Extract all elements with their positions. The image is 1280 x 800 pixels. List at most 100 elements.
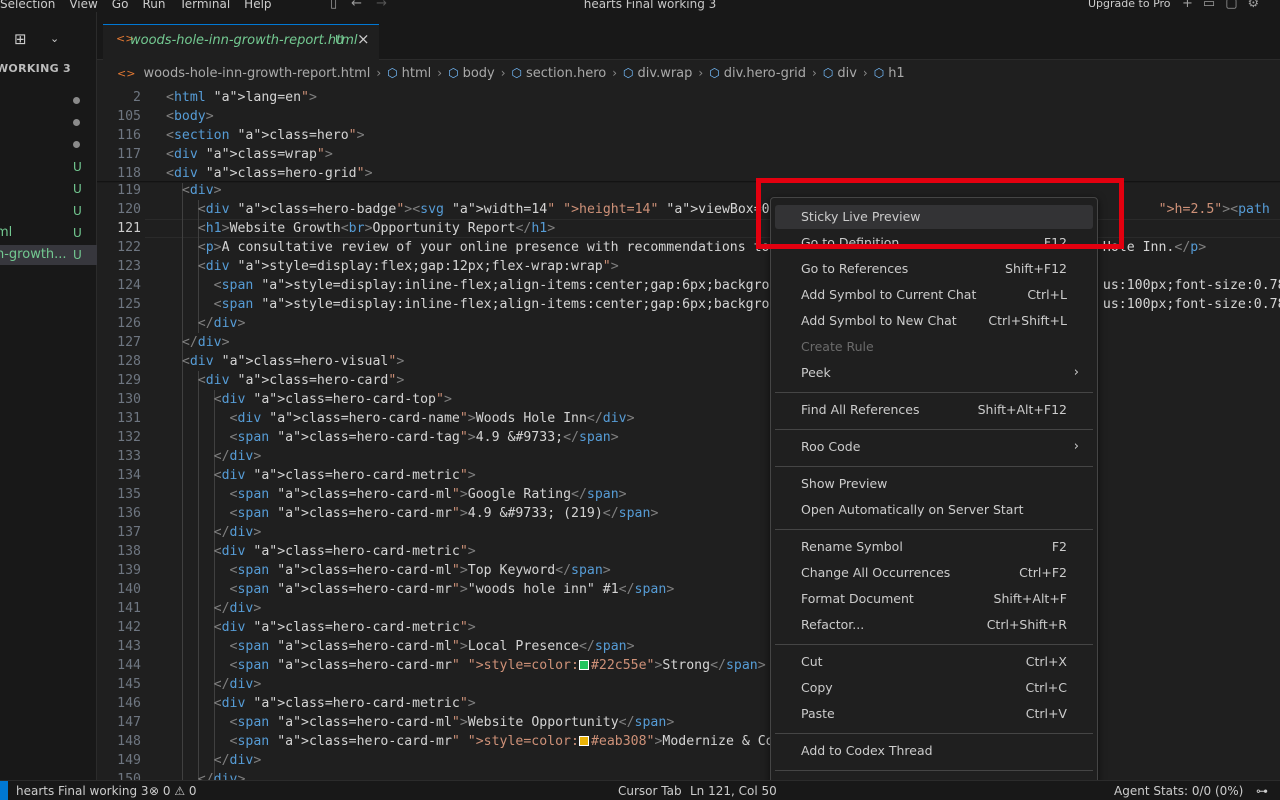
sticky-scroll-line[interactable]: 2 <html "a">lang=en"> [97, 88, 1280, 107]
menu-separator [775, 644, 1093, 645]
code-line[interactable]: 149 </div> [97, 751, 1280, 770]
menu-item-go-to-references[interactable]: Go to References Shift+F12 [775, 257, 1093, 281]
menu-item-label: Paste [801, 706, 835, 721]
explorer-file-row[interactable]: ml U [0, 223, 97, 243]
breadcrumb-item-h1[interactable]: ⬡ h1 [874, 66, 905, 81]
line-number: 129 [117, 373, 141, 388]
chat-icon[interactable]: ▢ [1225, 0, 1237, 11]
code-line[interactable]: 145 </div> [97, 675, 1280, 694]
code-line[interactable]: 141 </div> [97, 599, 1280, 618]
status-workspace[interactable]: hearts Final working 3 [16, 781, 149, 800]
close-icon[interactable]: × [357, 30, 370, 48]
code-line[interactable]: 125 <span "a">style=display:inline-flex;… [97, 295, 1280, 314]
code-line[interactable]: 137 </div> [97, 523, 1280, 542]
code-text: <div "a">style=display:flex;gap:12px;fle… [197, 259, 619, 274]
sticky-scroll-line[interactable]: 117 <div "a">class=wrap"> [97, 145, 1280, 164]
explorer-file-row[interactable]: U [0, 179, 97, 199]
explorer-file-row[interactable]: U [0, 157, 97, 177]
menu-item-shortcut: Shift+Alt+F [993, 591, 1067, 606]
code-line[interactable]: 136 <span "a">class=hero-card-mr">4.9 &#… [97, 504, 1280, 523]
menu-item-add-to-codex-thread[interactable]: Add to Codex Thread [775, 739, 1093, 763]
status-cursor-tab[interactable]: Cursor Tab [618, 781, 682, 800]
color-swatch[interactable] [578, 736, 589, 746]
status-notification-icon[interactable]: ⊶ [1256, 781, 1268, 800]
explorer-section-title[interactable]: WORKING 3 [0, 62, 71, 75]
code-text: </div> [213, 449, 262, 464]
remote-indicator[interactable] [0, 781, 8, 800]
menu-item-peek[interactable]: Peek › [775, 361, 1093, 385]
code-text: <span "a">style=display:inline-flex;alig… [213, 278, 1280, 293]
status-position[interactable]: Ln 121, Col 50 [690, 781, 777, 800]
breadcrumb-file[interactable]: <> woods-hole-inn-growth-report.html [117, 66, 370, 81]
menu-item-add-symbol-to-new-chat[interactable]: Add Symbol to New Chat Ctrl+Shift+L [775, 309, 1093, 333]
code-line[interactable]: 147 <span "a">class=hero-card-ml">Websit… [97, 713, 1280, 732]
code-line[interactable]: 128 <div "a">class=hero-visual"> [97, 352, 1280, 371]
breadcrumb-item-div-wrap[interactable]: ⬡ div.wrap [623, 66, 692, 81]
tab-woods-hole-inn-growth-report[interactable]: <> woods-hole-inn-growth-report.html U × [103, 24, 379, 60]
code-line[interactable]: 127 </div> [97, 333, 1280, 352]
menu-item-format-document[interactable]: Format Document Shift+Alt+F [775, 587, 1093, 611]
layout-icon[interactable]: ▭ [1203, 0, 1215, 11]
sticky-scroll-line[interactable]: 105 <body> [97, 107, 1280, 126]
code-line[interactable]: 144 <span "a">class=hero-card-mr" ">styl… [97, 656, 1280, 675]
breadcrumb-item-html[interactable]: ⬡ html [387, 66, 431, 81]
explorer-file-row[interactable]: n-growth... U [0, 245, 97, 265]
menu-item-find-all-references[interactable]: Find All References Shift+Alt+F12 [775, 398, 1093, 422]
plus-icon[interactable]: + [1182, 0, 1193, 11]
line-number: 122 [117, 240, 141, 255]
code-line[interactable]: 129 <div "a">class=hero-card"> [97, 371, 1280, 390]
code-line[interactable]: 138 <div "a">class=hero-card-metric"> [97, 542, 1280, 561]
explorer-file-row[interactable] [0, 112, 97, 132]
extensions-icon[interactable]: ⊞ [14, 30, 30, 48]
explorer-file-name: n-growth... [0, 247, 67, 262]
gear-icon[interactable]: ⚙ [1248, 0, 1260, 11]
menu-item-cut[interactable]: Cut Ctrl+X [775, 650, 1093, 674]
code-line[interactable]: 132 <span "a">class=hero-card-tag">4.9 &… [97, 428, 1280, 447]
breadcrumb-item-div-hero-grid[interactable]: ⬡ div.hero-grid [709, 66, 806, 81]
status-problems[interactable]: ⊗ 0 ⚠ 0 [149, 781, 197, 800]
code-line[interactable]: 143 <span "a">class=hero-card-ml">Local … [97, 637, 1280, 656]
explorer-file-row[interactable]: U [0, 201, 97, 221]
menu-item-change-all-occurrences[interactable]: Change All Occurrences Ctrl+F2 [775, 561, 1093, 585]
code-line[interactable]: 135 <span "a">class=hero-card-ml">Google… [97, 485, 1280, 504]
menu-separator [775, 529, 1093, 530]
code-line[interactable]: 130 <div "a">class=hero-card-top"> [97, 390, 1280, 409]
status-agent-stats[interactable]: Agent Stats: 0/0 (0%) [1114, 781, 1243, 800]
code-line[interactable]: 124 <span "a">style=display:inline-flex;… [97, 276, 1280, 295]
explorer-file-row[interactable] [0, 134, 97, 154]
menu-item-add-symbol-to-current-chat[interactable]: Add Symbol to Current Chat Ctrl+L [775, 283, 1093, 307]
code-text: <div "a">class=hero-card-metric"> [213, 544, 476, 559]
code-line[interactable]: 126 </div> [97, 314, 1280, 333]
menu-item-show-preview[interactable]: Show Preview [775, 472, 1093, 496]
chevron-right-icon: › [698, 66, 704, 80]
code-line[interactable]: 146 <div "a">class=hero-card-metric"> [97, 694, 1280, 713]
menu-item-paste[interactable]: Paste Ctrl+V [775, 702, 1093, 726]
breadcrumb: <> woods-hole-inn-growth-report.html › ⬡ htm… [97, 62, 1280, 84]
breadcrumb-item-div[interactable]: ⬡ div [823, 66, 857, 81]
color-swatch[interactable] [578, 660, 589, 670]
menu-item-copy[interactable]: Copy Ctrl+C [775, 676, 1093, 700]
sticky-scroll-line[interactable]: 116 <section "a">class=hero"> [97, 126, 1280, 145]
upgrade-button[interactable]: Upgrade to Pro [1088, 0, 1171, 11]
code-line[interactable]: 131 <div "a">class=hero-card-name">Woods… [97, 409, 1280, 428]
code-text: <div "a">class=hero-card"> [197, 373, 405, 388]
menu-item-refactor[interactable]: Refactor... Ctrl+Shift+R [775, 613, 1093, 637]
title-bar-actions: + ▭ ▢ ⚙ [1182, 0, 1259, 11]
code-line[interactable]: 123 <div "a">style=display:flex;gap:12px… [97, 257, 1280, 276]
explorer-file-row[interactable] [0, 90, 97, 110]
breadcrumb-item-body[interactable]: ⬡ body [448, 66, 495, 81]
breadcrumb-item-section-hero[interactable]: ⬡ section.hero [512, 66, 607, 81]
chevron-down-icon[interactable]: ⌄ [50, 32, 59, 45]
code-line[interactable]: 142 <div "a">class=hero-card-metric"> [97, 618, 1280, 637]
code-line[interactable]: 134 <div "a">class=hero-card-metric"> [97, 466, 1280, 485]
code-line[interactable]: 140 <span "a">class=hero-card-mr">"woods… [97, 580, 1280, 599]
code-line[interactable]: 150 </div> [97, 770, 1280, 780]
code-line[interactable]: 133 </div> [97, 447, 1280, 466]
code-line[interactable]: 139 <span "a">class=hero-card-ml">Top Ke… [97, 561, 1280, 580]
menu-item-open-automatically-on-server-start[interactable]: Open Automatically on Server Start [775, 498, 1093, 522]
menu-item-rename-symbol[interactable]: Rename Symbol F2 [775, 535, 1093, 559]
line-number: 126 [117, 316, 141, 331]
code-text: <span "a">class=hero-card-ml">Website Op… [229, 715, 675, 730]
code-line[interactable]: 148 <span "a">class=hero-card-mr" ">styl… [97, 732, 1280, 751]
menu-item-roo-code[interactable]: Roo Code › [775, 435, 1093, 459]
